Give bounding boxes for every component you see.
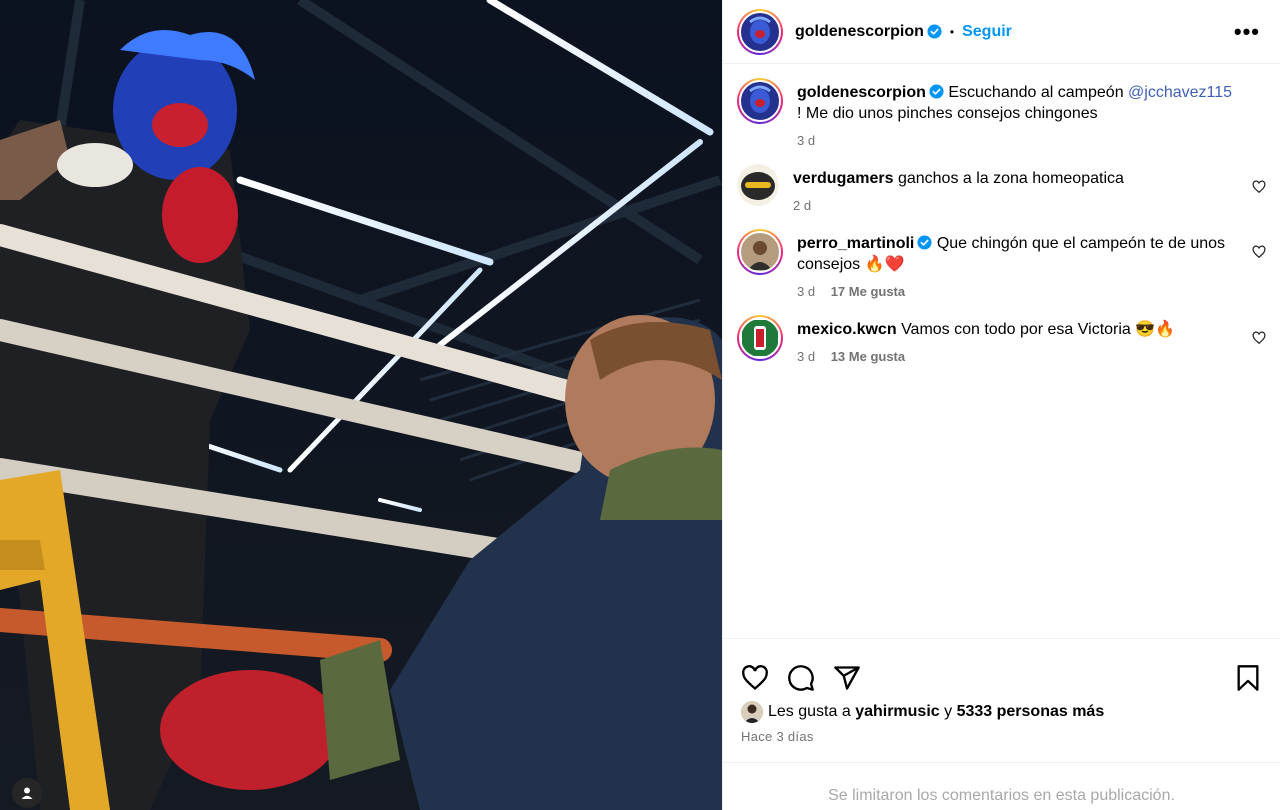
comment-like-heart-icon[interactable] [1252,331,1266,345]
header-user-info: goldenescorpion • Seguir [795,23,1012,41]
comment-body: verdugamers ganchos a la zona homeopatic… [793,164,1266,213]
comment-username[interactable]: mexico.kwcn [797,321,897,338]
caption-text: goldenescorpion Escuchando al campeón @j… [797,82,1240,124]
comment-text: perro_martinoli Que chingón que el campe… [797,233,1240,275]
caption-mention[interactable]: @jcchavez115 [1128,84,1232,101]
mexico-crest-avatar [742,320,778,356]
masked-wrestler-avatar [742,83,778,119]
comment-avatar[interactable] [737,229,783,275]
comments-limited-notice: Se limitaron los comentarios en esta pub… [723,762,1280,805]
comment-body: mexico.kwcn Vamos con todo por esa Victo… [797,315,1266,364]
comment-like-heart-icon[interactable] [1252,180,1266,194]
likes-user[interactable]: yahirmusic [855,703,939,721]
author-avatar[interactable] [737,8,783,55]
action-bar [723,639,1280,701]
gamer-helmet-avatar [737,164,779,206]
comment-content: ganchos a la zona homeopatica [897,170,1124,187]
comment-row: mexico.kwcn Vamos con todo por esa Victo… [737,315,1266,364]
heart-icon[interactable] [741,664,769,692]
header-separator: • [949,24,955,39]
comment-time[interactable]: 3 d [797,284,815,299]
more-options-icon: ••• [1233,18,1260,44]
comment-content: Vamos con todo por esa Victoria 😎🔥 [901,321,1176,338]
comment-text: mexico.kwcn Vamos con todo por esa Victo… [797,319,1240,340]
boxing-ring-photo [0,0,722,810]
comment-text: verdugamers ganchos a la zona homeopatic… [793,168,1240,189]
comments-list: goldenescorpion Escuchando al campeón @j… [723,64,1280,364]
verified-badge-icon [917,235,932,250]
liker-avatar[interactable] [741,701,763,723]
caption-text-end: ! Me dio unos pinches consejos chingones [797,105,1098,122]
comment-time[interactable]: 2 d [793,198,811,213]
verified-badge-icon [929,84,944,99]
comment-meta: 3 d 17 Me gusta [797,284,1240,299]
comment-likes[interactable]: 17 Me gusta [831,284,905,299]
comment-time[interactable]: 3 d [797,349,815,364]
caption-time[interactable]: 3 d [797,133,815,148]
caption-text-start: Escuchando al campeón [948,84,1124,101]
caption-meta: 3 d [797,133,1240,148]
more-options-button[interactable]: ••• [1233,18,1266,44]
masked-wrestler-avatar [742,13,778,50]
comment-body: perro_martinoli Que chingón que el campe… [797,229,1266,299]
bookmark-icon[interactable] [1234,664,1262,692]
comment-username[interactable]: perro_martinoli [797,235,914,252]
tagged-users-button[interactable] [12,778,42,808]
caption-username[interactable]: goldenescorpion [797,84,926,101]
post-photo[interactable] [0,0,722,810]
post-header: goldenescorpion • Seguir ••• [723,0,1280,64]
caption-row: goldenescorpion Escuchando al campeón @j… [737,78,1266,148]
header-username[interactable]: goldenescorpion [795,23,924,41]
person-avatar [741,701,763,723]
caption-body: goldenescorpion Escuchando al campeón @j… [797,78,1266,148]
post-modal: goldenescorpion • Seguir ••• goldenescor… [0,0,1280,810]
follow-button[interactable]: Seguir [962,23,1012,41]
paper-plane-icon[interactable] [833,664,861,692]
comment-row: verdugamers ganchos a la zona homeopatic… [737,164,1266,213]
comment-avatar[interactable] [737,164,779,206]
person-avatar [742,234,778,270]
comment-avatar[interactable] [737,315,783,361]
likes-summary: Les gusta a yahirmusic y 5333 personas m… [723,701,1280,723]
post-date[interactable]: Hace 3 días [723,723,1280,750]
post-footer: Les gusta a yahirmusic y 5333 personas m… [723,638,1280,750]
comment-likes[interactable]: 13 Me gusta [831,349,905,364]
likes-conj: y [944,703,953,720]
post-side-panel: goldenescorpion • Seguir ••• goldenescor… [722,0,1280,810]
comment-username[interactable]: verdugamers [793,170,894,187]
caption-avatar[interactable] [737,78,783,124]
comment-meta: 3 d 13 Me gusta [797,349,1240,364]
comment-icon[interactable] [787,664,815,692]
comment-row: perro_martinoli Que chingón que el campe… [737,229,1266,299]
verified-badge-icon [927,24,942,39]
likes-prefix: Les gusta a [768,703,851,720]
comment-meta: 2 d [793,198,1240,213]
user-tag-icon [21,787,33,799]
comment-like-heart-icon[interactable] [1252,245,1266,259]
likes-others[interactable]: 5333 personas más [957,703,1105,721]
